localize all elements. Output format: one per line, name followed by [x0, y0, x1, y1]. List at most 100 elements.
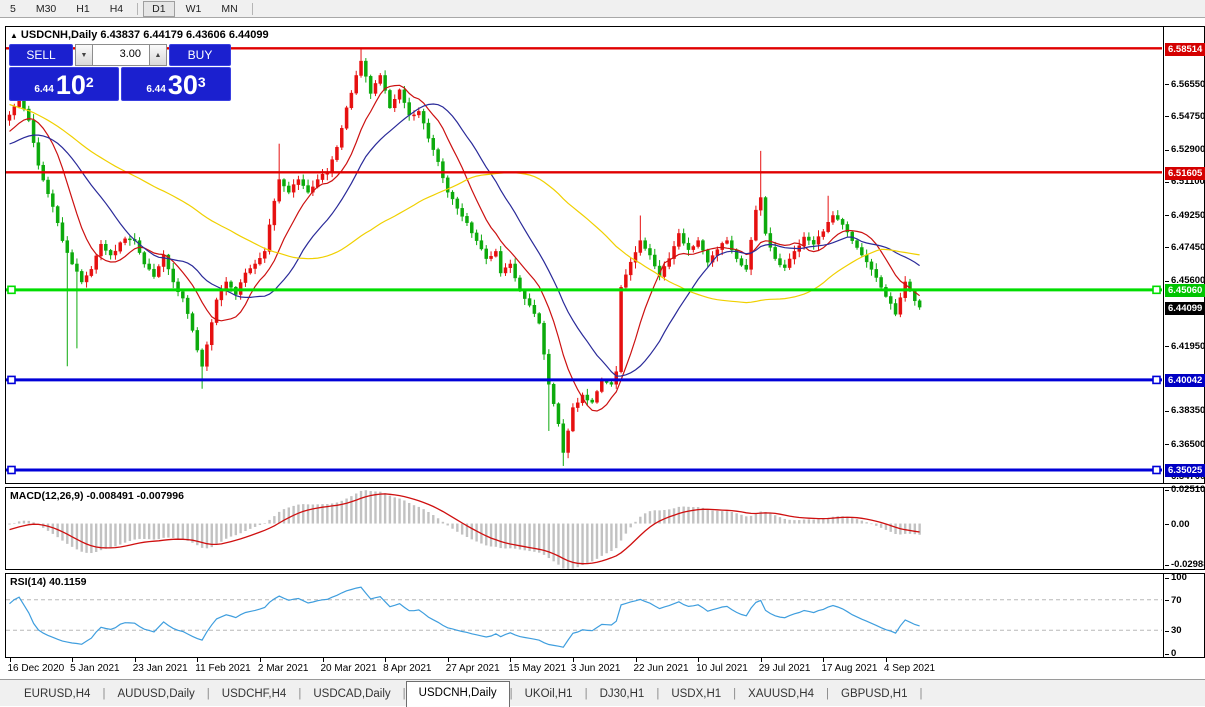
tab-xauusd-h4[interactable]: XAUUSD,H4 [736, 684, 826, 706]
macd-histogram-bar [504, 523, 507, 549]
line-handle[interactable] [1152, 375, 1161, 385]
collapse-trade-panel-icon[interactable]: ▲ [10, 31, 18, 40]
price-tick-label: 6.54750 [1171, 110, 1205, 122]
macd-histogram-bar [793, 520, 796, 524]
timeframe-button-5[interactable]: 5 [1, 1, 25, 17]
tab-dj30-h1[interactable]: DJ30,H1 [588, 684, 657, 706]
macd-histogram-bar [619, 523, 623, 541]
chart-title: ▲ USDCNH,Daily 6.43837 6.44179 6.43606 6.… [10, 29, 269, 41]
candle-body [253, 263, 257, 269]
candle-body [624, 274, 628, 288]
price-tick-label: 6.36500 [1171, 438, 1205, 450]
macd-histogram-bar [176, 523, 180, 539]
candle-body [831, 215, 835, 223]
candle-body [123, 238, 127, 243]
sell-price-button[interactable]: 6.44 10 2 [9, 67, 119, 101]
candle-body [739, 258, 744, 266]
timeframe-button-h4[interactable]: H4 [101, 1, 132, 17]
volume-increase-button[interactable]: ▲ [149, 44, 167, 66]
tab-usdchf-h4[interactable]: USDCHF,H4 [210, 684, 299, 706]
macd-histogram-bar [186, 523, 189, 541]
candle-body [282, 179, 286, 187]
macd-histogram-bar [75, 523, 79, 550]
rsi-tick [1165, 577, 1169, 579]
timeframe-button-w1[interactable]: W1 [177, 1, 211, 17]
price-level-badge: 6.51605 [1165, 166, 1205, 180]
candle-body [407, 102, 411, 116]
macd-histogram-bar [383, 493, 387, 524]
candle-body [36, 142, 41, 166]
line-handle[interactable] [7, 465, 16, 475]
date-label: 3 Jun 2021 [570, 663, 621, 674]
candle-body [768, 233, 773, 248]
date-tick [134, 658, 136, 662]
date-label: 4 Sep 2021 [883, 663, 936, 674]
macd-histogram-bar [913, 523, 917, 535]
main-chart-plot[interactable]: ▲ USDCNH,Daily 6.43837 6.44179 6.43606 6.… [6, 27, 1164, 483]
candle-body [441, 161, 445, 179]
candle-body [705, 249, 710, 263]
macd-tick [1165, 524, 1169, 526]
macd-histogram-bar [798, 520, 801, 524]
price-tick [1165, 84, 1169, 86]
candle-body [489, 256, 493, 259]
price-tick [1165, 247, 1169, 249]
tab-ukoil-h1[interactable]: UKOil,H1 [513, 684, 585, 706]
candle-body [412, 114, 416, 117]
candle-body [320, 173, 325, 180]
tab-usdcad-daily[interactable]: USDCAD,Daily [301, 684, 402, 706]
macd-histogram-bar [114, 523, 117, 547]
tab-audusd-daily[interactable]: AUDUSD,Daily [105, 684, 206, 706]
macd-histogram-bar [875, 523, 878, 526]
candle-body [465, 216, 469, 223]
date-tick [9, 658, 11, 662]
macd-histogram-bar [287, 507, 290, 524]
tab-usdcnh-daily[interactable]: USDCNH,Daily [405, 681, 510, 707]
candle-body [585, 394, 590, 401]
sell-button[interactable]: SELL [9, 44, 73, 66]
macd-histogram-bar [350, 496, 353, 524]
macd-histogram-bar [783, 518, 786, 524]
tab-usdx-h1[interactable]: USDX,H1 [659, 684, 733, 706]
macd-histogram-bar [754, 513, 758, 524]
candle-body [807, 236, 811, 241]
macd-histogram-bar [157, 523, 160, 540]
date-tick [635, 658, 637, 662]
macd-histogram-bar [379, 491, 382, 524]
date-axis: 16 Dec 2020 5 Jan 2021 23 Jan 2021 11 Feb 2… [0, 658, 1205, 678]
candle-body [850, 231, 854, 241]
macd-histogram-bar [147, 523, 151, 540]
candle-body [836, 215, 840, 220]
line-handle[interactable] [7, 375, 16, 385]
candle-body [190, 313, 195, 331]
price-level-badge: 6.40042 [1165, 374, 1205, 388]
candle-body [330, 159, 334, 173]
candle-body [195, 330, 200, 351]
buy-price-button[interactable]: 6.44 30 3 [121, 67, 231, 101]
price-tick-label: 6.52900 [1171, 144, 1205, 156]
tab-gbpusd-h1[interactable]: GBPUSD,H1 [829, 684, 919, 706]
candle-body [349, 92, 354, 109]
macd-histogram-bar [138, 523, 141, 539]
date-tick [885, 658, 887, 662]
macd-histogram-bar [181, 523, 185, 540]
buy-button[interactable]: BUY [169, 44, 231, 66]
timeframe-button-m30[interactable]: M30 [27, 1, 65, 17]
timeframe-button-mn[interactable]: MN [212, 1, 246, 17]
line-handle[interactable] [7, 285, 16, 295]
timeframe-button-h1[interactable]: H1 [67, 1, 98, 17]
macd-histogram-bar [407, 502, 411, 524]
candle-body [60, 222, 65, 241]
volume-decrease-button[interactable]: ▼ [75, 44, 93, 66]
macd-histogram-bar [677, 506, 681, 524]
date-label: 27 Apr 2021 [445, 663, 500, 674]
line-handle[interactable] [1152, 285, 1161, 295]
timeframe-button-d1[interactable]: D1 [143, 0, 175, 17]
tab-eurusd-h4[interactable]: EURUSD,H4 [12, 684, 102, 706]
line-handle[interactable] [1152, 465, 1161, 475]
candle-body [773, 247, 777, 259]
chart-tab-bar: EURUSD,H4 | AUDUSD,Daily | USDCHF,H4 | USDCAD,… [0, 679, 1205, 707]
macd-histogram-bar [224, 523, 228, 539]
volume-field[interactable]: 3.00 [93, 44, 149, 66]
candle-body [7, 114, 12, 121]
